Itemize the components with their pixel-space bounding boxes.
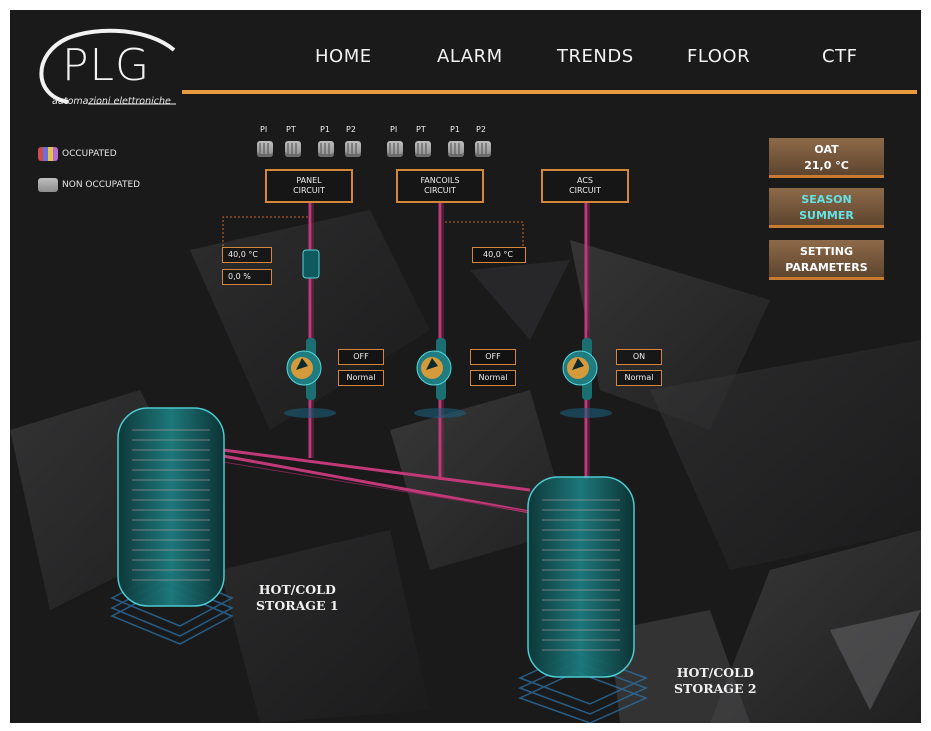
panel-circuit-box[interactable]: PANEL CIRCUIT — [265, 169, 353, 203]
acs-pump-mode[interactable]: Normal — [616, 370, 662, 386]
acs-pump-state[interactable]: ON — [616, 349, 662, 365]
zone-label-pt-2: PT — [416, 125, 426, 134]
settings-line2: PARAMETERS — [785, 261, 868, 274]
panel-pump-mode[interactable]: Normal — [338, 370, 384, 386]
room-p2-icon[interactable] — [345, 141, 361, 157]
logo-tagline: automazioni elettroniche — [52, 96, 171, 107]
plant-diagram — [10, 203, 921, 723]
storage-1-line1: HOT/COLD — [258, 582, 336, 597]
fancoils-circuit-line2: CIRCUIT — [424, 186, 456, 195]
panel-valve-percent: 0,0 % — [222, 269, 272, 285]
room-p1-2-icon[interactable] — [448, 141, 464, 157]
season-label: SEASON — [801, 193, 852, 206]
acs-circuit-line1: ACS — [577, 176, 593, 185]
storage-2-line1: HOT/COLD — [676, 665, 754, 680]
oat-value: 21,0 °C — [804, 159, 849, 172]
zone-label-pi-2: PI — [390, 125, 398, 134]
panel-temperature: 40,0 °C — [222, 247, 272, 263]
nav-alarm[interactable]: ALARM — [437, 46, 503, 67]
fancoils-temperature: 40,0 °C — [472, 247, 526, 263]
room-pt-icon[interactable] — [285, 141, 301, 157]
room-pt-2-icon[interactable] — [415, 141, 431, 157]
legend-non-occupied: NON OCCUPATED — [62, 180, 141, 190]
storage-2-line2: STORAGE 2 — [674, 681, 757, 696]
logo-wordmark: PLG — [62, 40, 151, 91]
zone-label-p2-1: P2 — [346, 125, 356, 134]
settings-line1: SETTING — [799, 245, 854, 258]
nav-ctf[interactable]: CTF — [822, 46, 857, 67]
nav-trends[interactable]: TRENDS — [557, 46, 634, 67]
fancoils-pump-mode[interactable]: Normal — [470, 370, 516, 386]
room-p2-2-icon[interactable] — [475, 141, 491, 157]
season-value: SUMMER — [799, 209, 854, 222]
scada-window: PLG automazioni elettroniche HOME ALARM … — [10, 10, 921, 723]
room-pi-icon[interactable] — [257, 141, 273, 157]
occupied-icon — [38, 147, 58, 161]
zone-label-p1-2: P1 — [450, 125, 460, 134]
storage-1-line2: STORAGE 1 — [256, 598, 339, 613]
panel-circuit-line1: PANEL — [296, 176, 322, 185]
oat-display: OAT 21,0 °C — [769, 138, 884, 178]
nav-underline — [182, 90, 917, 94]
fancoils-circuit-line1: FANCOILS — [420, 176, 460, 185]
panel-pump-state[interactable]: OFF — [338, 349, 384, 365]
panel-circuit-line2: CIRCUIT — [293, 186, 325, 195]
zone-label-pt-1: PT — [286, 125, 296, 134]
storage-1-label: HOT/COLD STORAGE 1 — [256, 582, 339, 614]
zone-label-pi-1: PI — [260, 125, 268, 134]
room-p1-icon[interactable] — [318, 141, 334, 157]
fancoils-circuit-box[interactable]: FANCOILS CIRCUIT — [396, 169, 484, 203]
acs-circuit-line2: CIRCUIT — [569, 186, 601, 195]
zone-label-p2-2: P2 — [476, 125, 486, 134]
oat-label: OAT — [814, 143, 839, 156]
room-pi-2-icon[interactable] — [387, 141, 403, 157]
nav-home[interactable]: HOME — [315, 46, 372, 67]
storage-2-label: HOT/COLD STORAGE 2 — [674, 665, 757, 697]
setting-parameters-button[interactable]: SETTING PARAMETERS — [769, 240, 884, 280]
legend-occupied: OCCUPATED — [62, 149, 117, 159]
nav-floor[interactable]: FLOOR — [687, 46, 750, 67]
plg-logo: PLG automazioni elettroniche — [28, 24, 178, 116]
acs-circuit-box[interactable]: ACS CIRCUIT — [541, 169, 629, 203]
fancoils-pump-state[interactable]: OFF — [470, 349, 516, 365]
season-button[interactable]: SEASON SUMMER — [769, 188, 884, 228]
non-occupied-icon — [38, 178, 58, 192]
zone-label-p1-1: P1 — [320, 125, 330, 134]
